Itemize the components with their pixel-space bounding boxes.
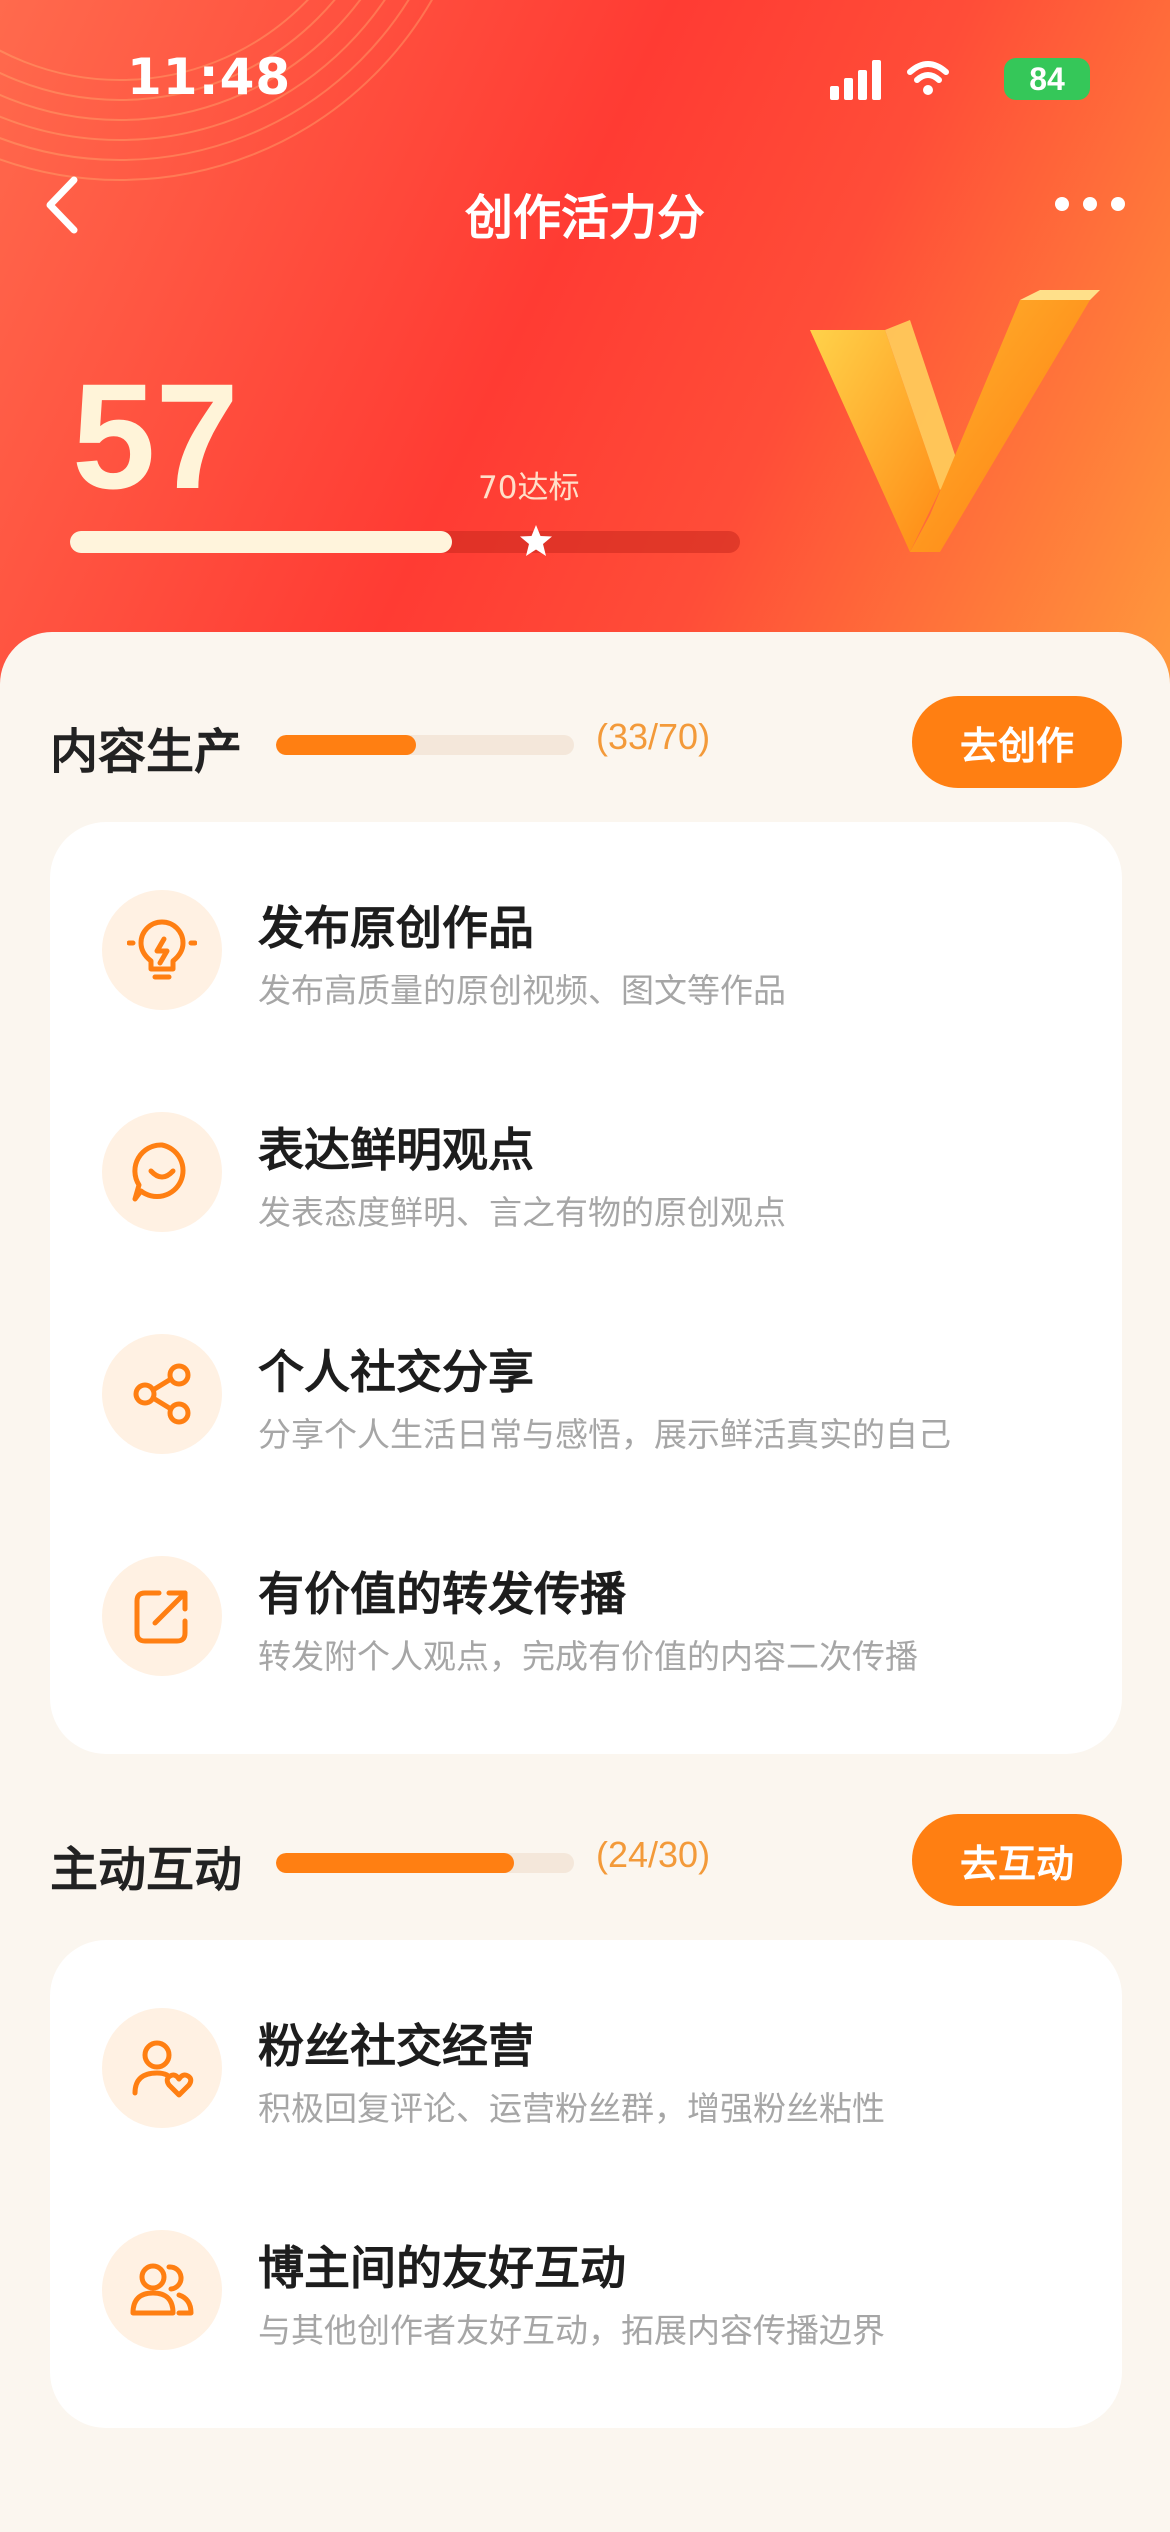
lightbulb-icon — [102, 890, 222, 1010]
task-desc: 转发附个人观点，完成有价值的内容二次传播 — [258, 1637, 918, 1676]
task-item[interactable]: 表达鲜明观点 发表态度鲜明、言之有物的原创观点 — [50, 1074, 1122, 1274]
main-content: 内容生产 (33/70) 去创作 发布原创作品 发布高质量的原创视频、图文等作品 — [0, 632, 1170, 2532]
task-desc: 积极回复评论、运营粉丝群，增强粉丝粘性 — [258, 2089, 885, 2128]
task-card: 粉丝社交经营 积极回复评论、运营粉丝群，增强粉丝粘性 博主间的友好互动 与其他创… — [50, 1940, 1122, 2428]
v-badge-icon — [810, 290, 1100, 552]
section-content-production: 内容生产 (33/70) 去创作 — [0, 692, 1170, 792]
user-heart-icon — [102, 2008, 222, 2128]
share-icon — [102, 1334, 222, 1454]
page-title: 创作活力分 — [464, 190, 705, 246]
score-progress-fill — [70, 531, 452, 553]
battery-indicator: 84 — [1004, 58, 1090, 100]
section-progress-fill — [276, 1853, 515, 1873]
task-item[interactable]: 发布原创作品 发布高质量的原创视频、图文等作品 — [50, 852, 1122, 1052]
score-value: 57 — [72, 352, 239, 520]
section-progress-track — [276, 1853, 574, 1873]
chat-smile-icon — [102, 1112, 222, 1232]
task-desc: 与其他创作者友好互动，拓展内容传播边界 — [258, 2311, 885, 2350]
go-interact-button[interactable]: 去互动 — [912, 1814, 1122, 1906]
task-title: 表达鲜明观点 — [258, 1123, 534, 1177]
star-icon — [520, 525, 552, 556]
status-time: 11:48 — [127, 48, 292, 106]
section-active-interaction: 主动互动 (24/30) 去互动 — [0, 1810, 1170, 1910]
header-banner: 11:48 84 创作活力分 57 70达标 — [0, 0, 1170, 700]
score-progress-track — [70, 531, 740, 553]
task-title: 博主间的友好互动 — [258, 2241, 626, 2295]
task-card: 发布原创作品 发布高质量的原创视频、图文等作品 表达鲜明观点 发表态度鲜明、言之… — [50, 822, 1122, 1754]
section-count: (33/70) — [596, 716, 711, 757]
section-progress-fill — [276, 735, 417, 755]
go-create-button[interactable]: 去创作 — [912, 696, 1122, 788]
users-icon — [102, 2230, 222, 2350]
forward-icon — [102, 1556, 222, 1676]
task-item[interactable]: 粉丝社交经营 积极回复评论、运营粉丝群，增强粉丝粘性 — [50, 1970, 1122, 2170]
section-progress-track — [276, 735, 574, 755]
task-title: 粉丝社交经营 — [258, 2019, 534, 2073]
task-item[interactable]: 个人社交分享 分享个人生活日常与感悟，展示鲜活真实的自己 — [50, 1296, 1122, 1496]
target-label: 70达标 — [478, 470, 580, 506]
task-desc: 发表态度鲜明、言之有物的原创观点 — [258, 1193, 786, 1232]
more-icon[interactable] — [1050, 184, 1130, 224]
task-desc: 分享个人生活日常与感悟，展示鲜活真实的自己 — [258, 1415, 951, 1454]
task-title: 发布原创作品 — [258, 901, 534, 955]
section-title: 内容生产 — [50, 724, 243, 780]
task-item[interactable]: 博主间的友好互动 与其他创作者友好互动，拓展内容传播边界 — [50, 2192, 1122, 2392]
section-count: (24/30) — [596, 1834, 711, 1875]
section-title: 主动互动 — [50, 1842, 243, 1898]
task-title: 有价值的转发传播 — [258, 1567, 626, 1621]
task-desc: 发布高质量的原创视频、图文等作品 — [258, 971, 786, 1010]
task-title: 个人社交分享 — [258, 1345, 534, 1399]
task-item[interactable]: 有价值的转发传播 转发附个人观点，完成有价值的内容二次传播 — [50, 1518, 1122, 1718]
